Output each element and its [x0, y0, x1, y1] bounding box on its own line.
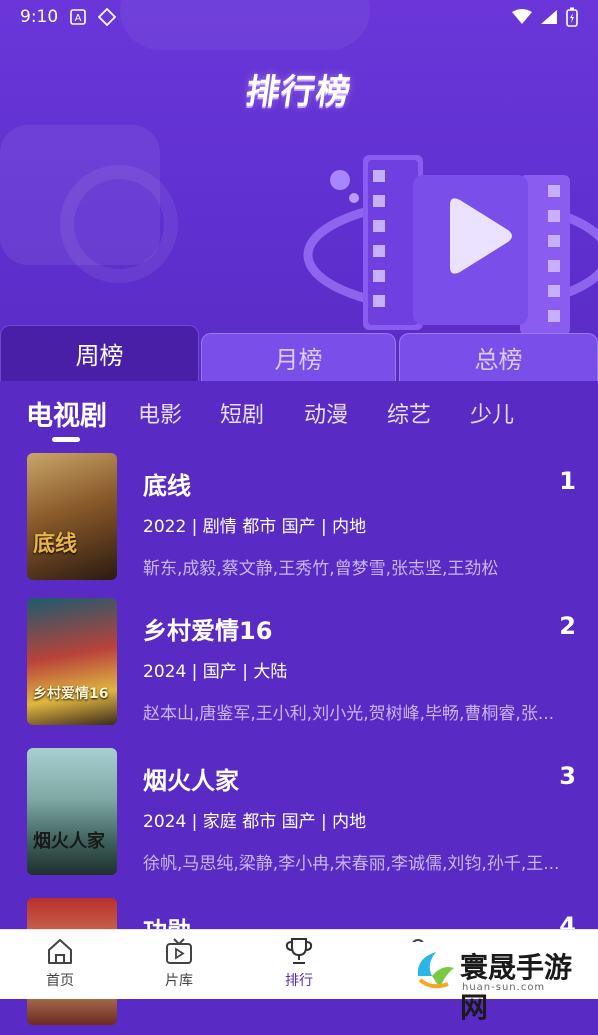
item-rank: 3: [559, 762, 576, 790]
category-movie[interactable]: 电影: [138, 397, 182, 429]
signal-icon: [541, 10, 557, 24]
item-cast: 徐帆,马思纯,梁静,李小冉,宋春丽,李诚儒,刘钧,孙千,王...: [143, 854, 560, 874]
tab-weekly[interactable]: 周榜: [0, 325, 199, 381]
active-category-indicator: [52, 437, 80, 442]
notification-a-icon: A: [70, 9, 86, 25]
category-tabs: 电视剧 电影 短剧 动漫 综艺 少儿: [0, 381, 598, 449]
watermark-logo-icon: [417, 952, 454, 989]
list-item[interactable]: 乡村爱情16 乡村爱情16 2 2024 | 国产 | 大陆 赵本山,唐鉴军,王…: [0, 595, 598, 735]
nav-ranking[interactable]: 排行: [259, 936, 339, 990]
nav-library[interactable]: 片库: [139, 936, 219, 990]
period-tabs: 周榜 月榜 总榜: [0, 325, 598, 381]
tv-icon: [166, 938, 192, 964]
category-variety[interactable]: 综艺: [387, 397, 431, 429]
category-short-drama[interactable]: 短剧: [220, 397, 264, 429]
status-bar: 9:10 A: [0, 0, 598, 34]
item-title: 底线: [143, 472, 191, 500]
item-meta: 2024 | 国产 | 大陆: [143, 662, 288, 682]
list-item[interactable]: 烟火人家 烟火人家 3 2024 | 家庭 都市 国产 | 内地 徐帆,马思纯,…: [0, 745, 598, 885]
wifi-icon: [512, 9, 532, 24]
item-title: 烟火人家: [143, 767, 239, 795]
category-kids[interactable]: 少儿: [470, 397, 514, 429]
nav-home-label: 首页: [46, 973, 74, 989]
home-icon: [48, 939, 72, 964]
item-meta: 2022 | 剧情 都市 国产 | 内地: [143, 517, 367, 537]
watermark-url: huan-sun.com: [462, 982, 546, 993]
hero-banner: 9:10 A 排行榜: [0, 0, 598, 380]
svg-text:A: A: [75, 13, 82, 24]
item-cast: 赵本山,唐鉴军,王小利,刘小光,贺树峰,毕畅,曹桐睿,张...: [143, 704, 555, 724]
page-title: 排行榜: [243, 72, 354, 112]
item-rank: 2: [559, 612, 576, 640]
film-play-illustration: [303, 155, 598, 335]
lens-decoration: [60, 165, 178, 283]
nav-ranking-label: 排行: [285, 973, 313, 989]
list-item[interactable]: 底线 底线 1 2022 | 剧情 都市 国产 | 内地 靳东,成毅,蔡文静,王…: [0, 450, 598, 590]
site-watermark: 寰晟手游网 huan-sun.com: [402, 942, 598, 1024]
item-rank: 1: [559, 467, 576, 495]
tab-monthly[interactable]: 月榜: [201, 333, 396, 381]
item-title: 乡村爱情16: [143, 617, 273, 645]
nav-home[interactable]: 首页: [20, 936, 100, 990]
poster-image: 底线: [27, 453, 117, 580]
trophy-icon: [285, 938, 313, 964]
battery-icon: [566, 7, 578, 27]
poster-image: 烟火人家: [27, 748, 117, 875]
item-meta: 2024 | 家庭 都市 国产 | 内地: [143, 812, 367, 832]
category-anime[interactable]: 动漫: [304, 397, 348, 429]
tab-overall[interactable]: 总榜: [399, 333, 598, 381]
status-time: 9:10: [20, 7, 59, 27]
poster-image: 乡村爱情16: [27, 598, 117, 725]
nav-library-label: 片库: [165, 973, 193, 989]
tag-icon: [98, 8, 117, 26]
category-tv-series[interactable]: 电视剧: [26, 394, 107, 433]
item-cast: 靳东,成毅,蔡文静,王秀竹,曾梦雪,张志坚,王劲松: [143, 559, 499, 579]
